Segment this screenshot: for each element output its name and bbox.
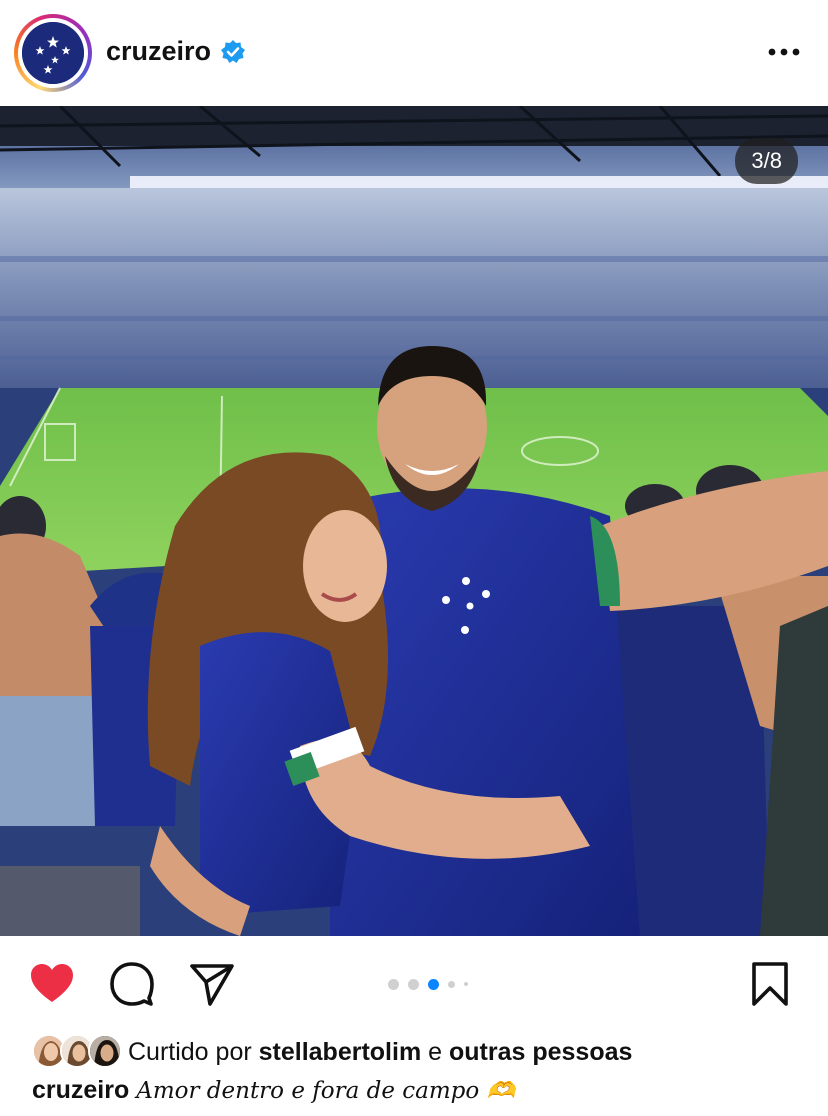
likes-prefix: Curtido por: [128, 1038, 252, 1066]
post-username[interactable]: cruzeiro: [106, 36, 211, 67]
liker-username[interactable]: stellabertolim: [259, 1038, 422, 1066]
more-options-icon[interactable]: [766, 40, 802, 64]
stadium-photo: [0, 106, 828, 936]
likes-connector: e: [428, 1038, 443, 1066]
send-icon[interactable]: [188, 960, 236, 1008]
verified-badge-icon: [221, 40, 245, 63]
post-caption: cruzeiro Amor dentro e fora de campo 🫶: [32, 1076, 515, 1105]
likes-others[interactable]: outras pessoas: [449, 1038, 632, 1066]
likes-row[interactable]: Curtido por stellabertolim e outras pess…: [32, 1034, 822, 1070]
liker-avatars: [32, 1034, 124, 1070]
heart-filled-icon[interactable]: [28, 960, 76, 1008]
club-logo-icon: [22, 22, 84, 84]
post-header: cruzeiro: [0, 0, 828, 106]
story-ring[interactable]: [14, 14, 92, 92]
comment-icon[interactable]: [108, 960, 156, 1008]
post-actions: [0, 936, 828, 1032]
caption-text: Amor dentro e fora de campo 🫶: [136, 1078, 516, 1104]
post-photo[interactable]: 3/8: [0, 106, 828, 936]
bookmark-icon[interactable]: [746, 960, 794, 1008]
caption-username[interactable]: cruzeiro: [32, 1076, 129, 1104]
liker-avatar: [88, 1034, 122, 1068]
carousel-dot: [464, 982, 468, 986]
carousel-dot-active: [428, 978, 439, 990]
likes-text: Curtido por stellabertolim e outras pess…: [128, 1038, 632, 1067]
carousel-dot: [408, 978, 419, 990]
carousel-dot: [388, 978, 399, 990]
carousel-dot: [448, 980, 455, 988]
avatar[interactable]: [22, 22, 84, 84]
carousel-dots: [388, 977, 468, 991]
carousel-counter: 3/8: [735, 138, 798, 184]
